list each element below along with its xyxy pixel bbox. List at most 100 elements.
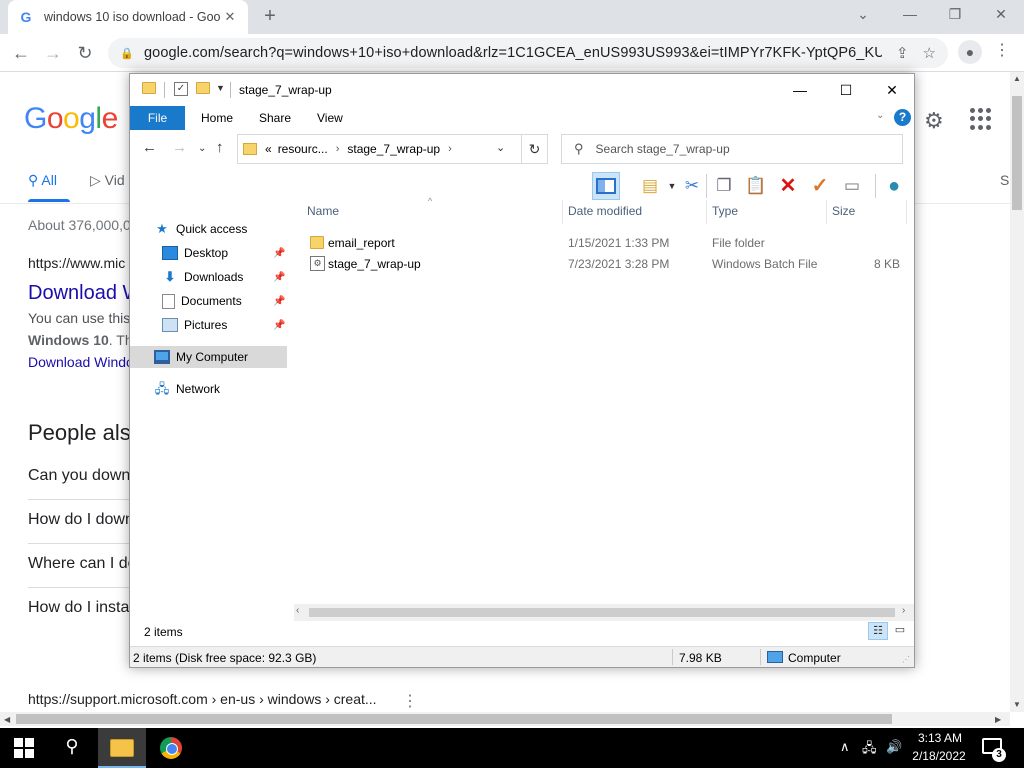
explorer-address-bar[interactable]: « resourc... › stage_7_wrap-up › ⌄ — [237, 134, 548, 164]
nav-desktop[interactable]: Desktop 📌 — [130, 242, 287, 264]
file-name[interactable]: email_report — [328, 236, 395, 250]
explorer-close-button[interactable]: ✕ — [872, 78, 912, 102]
file-row[interactable]: ⚙ stage_7_wrap-up 7/23/2021 3:28 PM Wind… — [290, 254, 914, 274]
forward-arrow-icon[interactable]: → — [40, 40, 66, 66]
paa-question[interactable]: Can you down — [28, 467, 130, 485]
cut-scissors-icon[interactable]: ✂ — [678, 172, 706, 200]
profile-avatar-icon[interactable]: ● — [958, 40, 982, 64]
page-vertical-scroll-thumb[interactable] — [1012, 96, 1022, 210]
column-header-type[interactable]: Type — [712, 204, 738, 218]
delete-x-icon[interactable]: ✕ — [774, 172, 802, 200]
nav-network[interactable]: 🖧 Network — [130, 378, 287, 400]
nav-quick-access[interactable]: ★ Quick access — [130, 218, 287, 240]
file-list-horizontal-scrollbar[interactable]: ‹ › — [294, 604, 914, 621]
ribbon-tab-home[interactable]: Home — [201, 106, 233, 130]
explorer-search-input[interactable] — [595, 142, 896, 156]
result-cite[interactable]: https://www.mic — [28, 255, 125, 271]
result-title-link[interactable]: Download W — [28, 282, 141, 305]
settings-gear-icon[interactable]: ⚙ — [924, 108, 944, 134]
scroll-down-arrow-icon[interactable]: ▼ — [1013, 700, 1021, 709]
google-logo[interactable]: Google — [24, 102, 118, 136]
new-tab-button[interactable]: + — [258, 5, 282, 29]
column-header-name[interactable]: Name — [307, 204, 339, 218]
file-row[interactable]: email_report 1/15/2021 1:33 PM File fold… — [290, 233, 914, 253]
pin-icon[interactable]: 📌 — [273, 248, 285, 259]
start-windows-icon[interactable] — [14, 738, 34, 758]
recent-locations-chevron-icon[interactable]: ⌄ — [198, 143, 206, 154]
volume-icon[interactable]: 🔊 — [886, 739, 902, 755]
tab-all[interactable]: ⚲ All — [28, 172, 57, 189]
column-header-date[interactable]: Date modified — [568, 204, 642, 218]
scroll-right-arrow-icon[interactable]: ▶ — [995, 715, 1001, 724]
nav-downloads[interactable]: ⬇ Downloads 📌 — [130, 266, 287, 288]
clock-time[interactable]: 3:13 AM — [912, 731, 968, 745]
column-header-size[interactable]: Size — [832, 204, 855, 218]
browser-tab[interactable]: G windows 10 iso download - Goo ✕ — [8, 0, 248, 34]
expand-ribbon-chevron-icon[interactable]: ⌄ — [876, 110, 884, 121]
nav-pictures[interactable]: Pictures 📌 — [130, 314, 287, 336]
address-url[interactable]: google.com/search?q=windows+10+iso+downl… — [144, 45, 882, 61]
paste-clipboard-icon[interactable]: 📋 — [742, 172, 770, 200]
tab-videos[interactable]: ▷ Vid — [90, 172, 125, 189]
browser-minimize-button[interactable]: — — [895, 4, 925, 26]
paa-question[interactable]: How do I down — [28, 511, 134, 529]
browser-close-button[interactable]: ✕ — [986, 4, 1016, 26]
pin-icon[interactable]: 📌 — [273, 272, 285, 283]
google-apps-icon[interactable] — [970, 108, 992, 130]
pin-icon[interactable]: 📌 — [273, 320, 285, 331]
share-icon[interactable]: ⇪ — [896, 44, 909, 62]
breadcrumb-chevron-icon[interactable]: › — [336, 143, 340, 155]
nav-my-computer[interactable]: My Computer — [130, 346, 287, 368]
explorer-minimize-button[interactable]: — — [780, 78, 820, 102]
properties-check-icon[interactable]: ✓ — [174, 82, 188, 96]
explorer-back-arrow-icon[interactable]: ← — [142, 139, 157, 156]
scroll-right-arrow-icon[interactable]: › — [902, 605, 905, 616]
address-bar[interactable]: 🔒 google.com/search?q=windows+10+iso+dow… — [108, 38, 948, 68]
network-tray-icon[interactable]: 🖧 — [862, 739, 877, 761]
lock-icon[interactable]: 🔒 — [120, 47, 134, 60]
tab-right-truncated[interactable]: S — [1000, 172, 1009, 188]
paa-question[interactable]: How do I insta — [28, 599, 129, 617]
bookmark-star-icon[interactable]: ☆ — [923, 44, 936, 62]
rename-icon[interactable]: ▭ — [838, 172, 866, 200]
taskbar-search-icon[interactable]: ⚲ — [60, 736, 84, 757]
help-icon[interactable]: ? — [894, 109, 911, 126]
file-list-pane[interactable]: ^ Name Date modified Type Size email_rep… — [290, 196, 914, 605]
ribbon-tab-share[interactable]: Share — [259, 106, 291, 130]
breadcrumb-current[interactable]: stage_7_wrap-up — [347, 142, 440, 156]
nav-documents[interactable]: Documents 📌 — [130, 290, 287, 312]
resize-grip-icon[interactable]: ⋰ — [902, 655, 910, 664]
breadcrumb-chevron-icon[interactable]: › — [448, 143, 452, 155]
large-icons-view-icon[interactable]: ▭ — [890, 622, 910, 640]
address-overflow[interactable]: « — [265, 142, 272, 156]
new-folder-icon[interactable] — [196, 82, 210, 94]
tab-close-icon[interactable]: ✕ — [222, 9, 238, 25]
scroll-left-arrow-icon[interactable]: ‹ — [296, 605, 299, 616]
reload-icon[interactable]: ↻ — [72, 40, 98, 66]
explorer-search-box[interactable]: ⚲ — [561, 134, 903, 164]
page-horizontal-scroll-thumb[interactable] — [16, 714, 892, 724]
customize-toolbar-arrow-icon[interactable]: ▼ — [216, 83, 225, 93]
properties-check-icon[interactable]: ✓ — [806, 172, 834, 200]
address-dropdown-icon[interactable]: ⌄ — [496, 141, 505, 154]
explorer-maximize-button[interactable]: ☐ — [826, 78, 866, 102]
ribbon-tab-file[interactable]: File — [130, 106, 185, 130]
clock-date[interactable]: 2/18/2022 — [906, 749, 972, 763]
taskbar-chrome[interactable] — [148, 728, 196, 768]
file-list-scroll-thumb[interactable] — [309, 608, 895, 617]
tab-search-chevron-icon[interactable]: ⌄ — [848, 4, 878, 26]
show-hidden-icons-chevron-icon[interactable]: ∧ — [840, 739, 850, 755]
copy-icon[interactable]: ❐ — [710, 172, 738, 200]
column-divider[interactable] — [826, 200, 827, 224]
taskbar-file-explorer[interactable] — [98, 728, 146, 768]
globe-network-icon[interactable]: ● — [880, 172, 908, 200]
browser-restore-button[interactable]: ❐ — [940, 4, 970, 26]
pin-icon[interactable]: 📌 — [273, 296, 285, 307]
result-snippet-link[interactable]: Download Windo — [28, 354, 134, 370]
navigation-pane-button[interactable] — [592, 172, 620, 200]
paa-question[interactable]: Where can I do — [28, 555, 137, 573]
column-divider[interactable] — [706, 200, 707, 224]
column-divider[interactable] — [562, 200, 563, 224]
scroll-left-arrow-icon[interactable]: ◀ — [4, 715, 10, 724]
result-more-icon[interactable]: ⋮ — [402, 691, 418, 711]
